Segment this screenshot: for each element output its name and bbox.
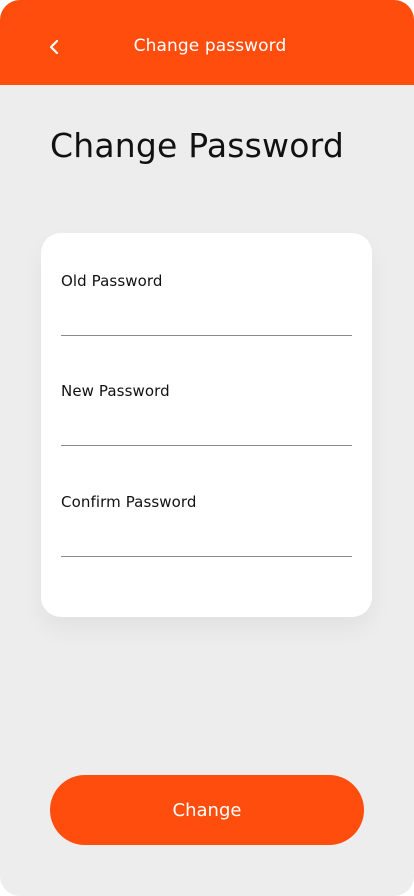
change-button[interactable]: Change xyxy=(50,775,364,845)
confirm-password-input[interactable] xyxy=(61,523,352,557)
old-password-input[interactable] xyxy=(61,302,352,336)
old-password-label: Old Password xyxy=(61,272,163,290)
new-password-label: New Password xyxy=(61,382,170,400)
page-title: Change Password xyxy=(50,126,344,165)
new-password-input[interactable] xyxy=(61,412,352,446)
password-form-card: Old Password New Password Confirm Passwo… xyxy=(41,233,372,617)
app-bar: Change password xyxy=(0,0,414,85)
app-bar-title: Change password xyxy=(133,36,287,56)
change-password-screen: Change password Change Password Old Pass… xyxy=(0,0,414,896)
confirm-password-label: Confirm Password xyxy=(61,493,197,511)
